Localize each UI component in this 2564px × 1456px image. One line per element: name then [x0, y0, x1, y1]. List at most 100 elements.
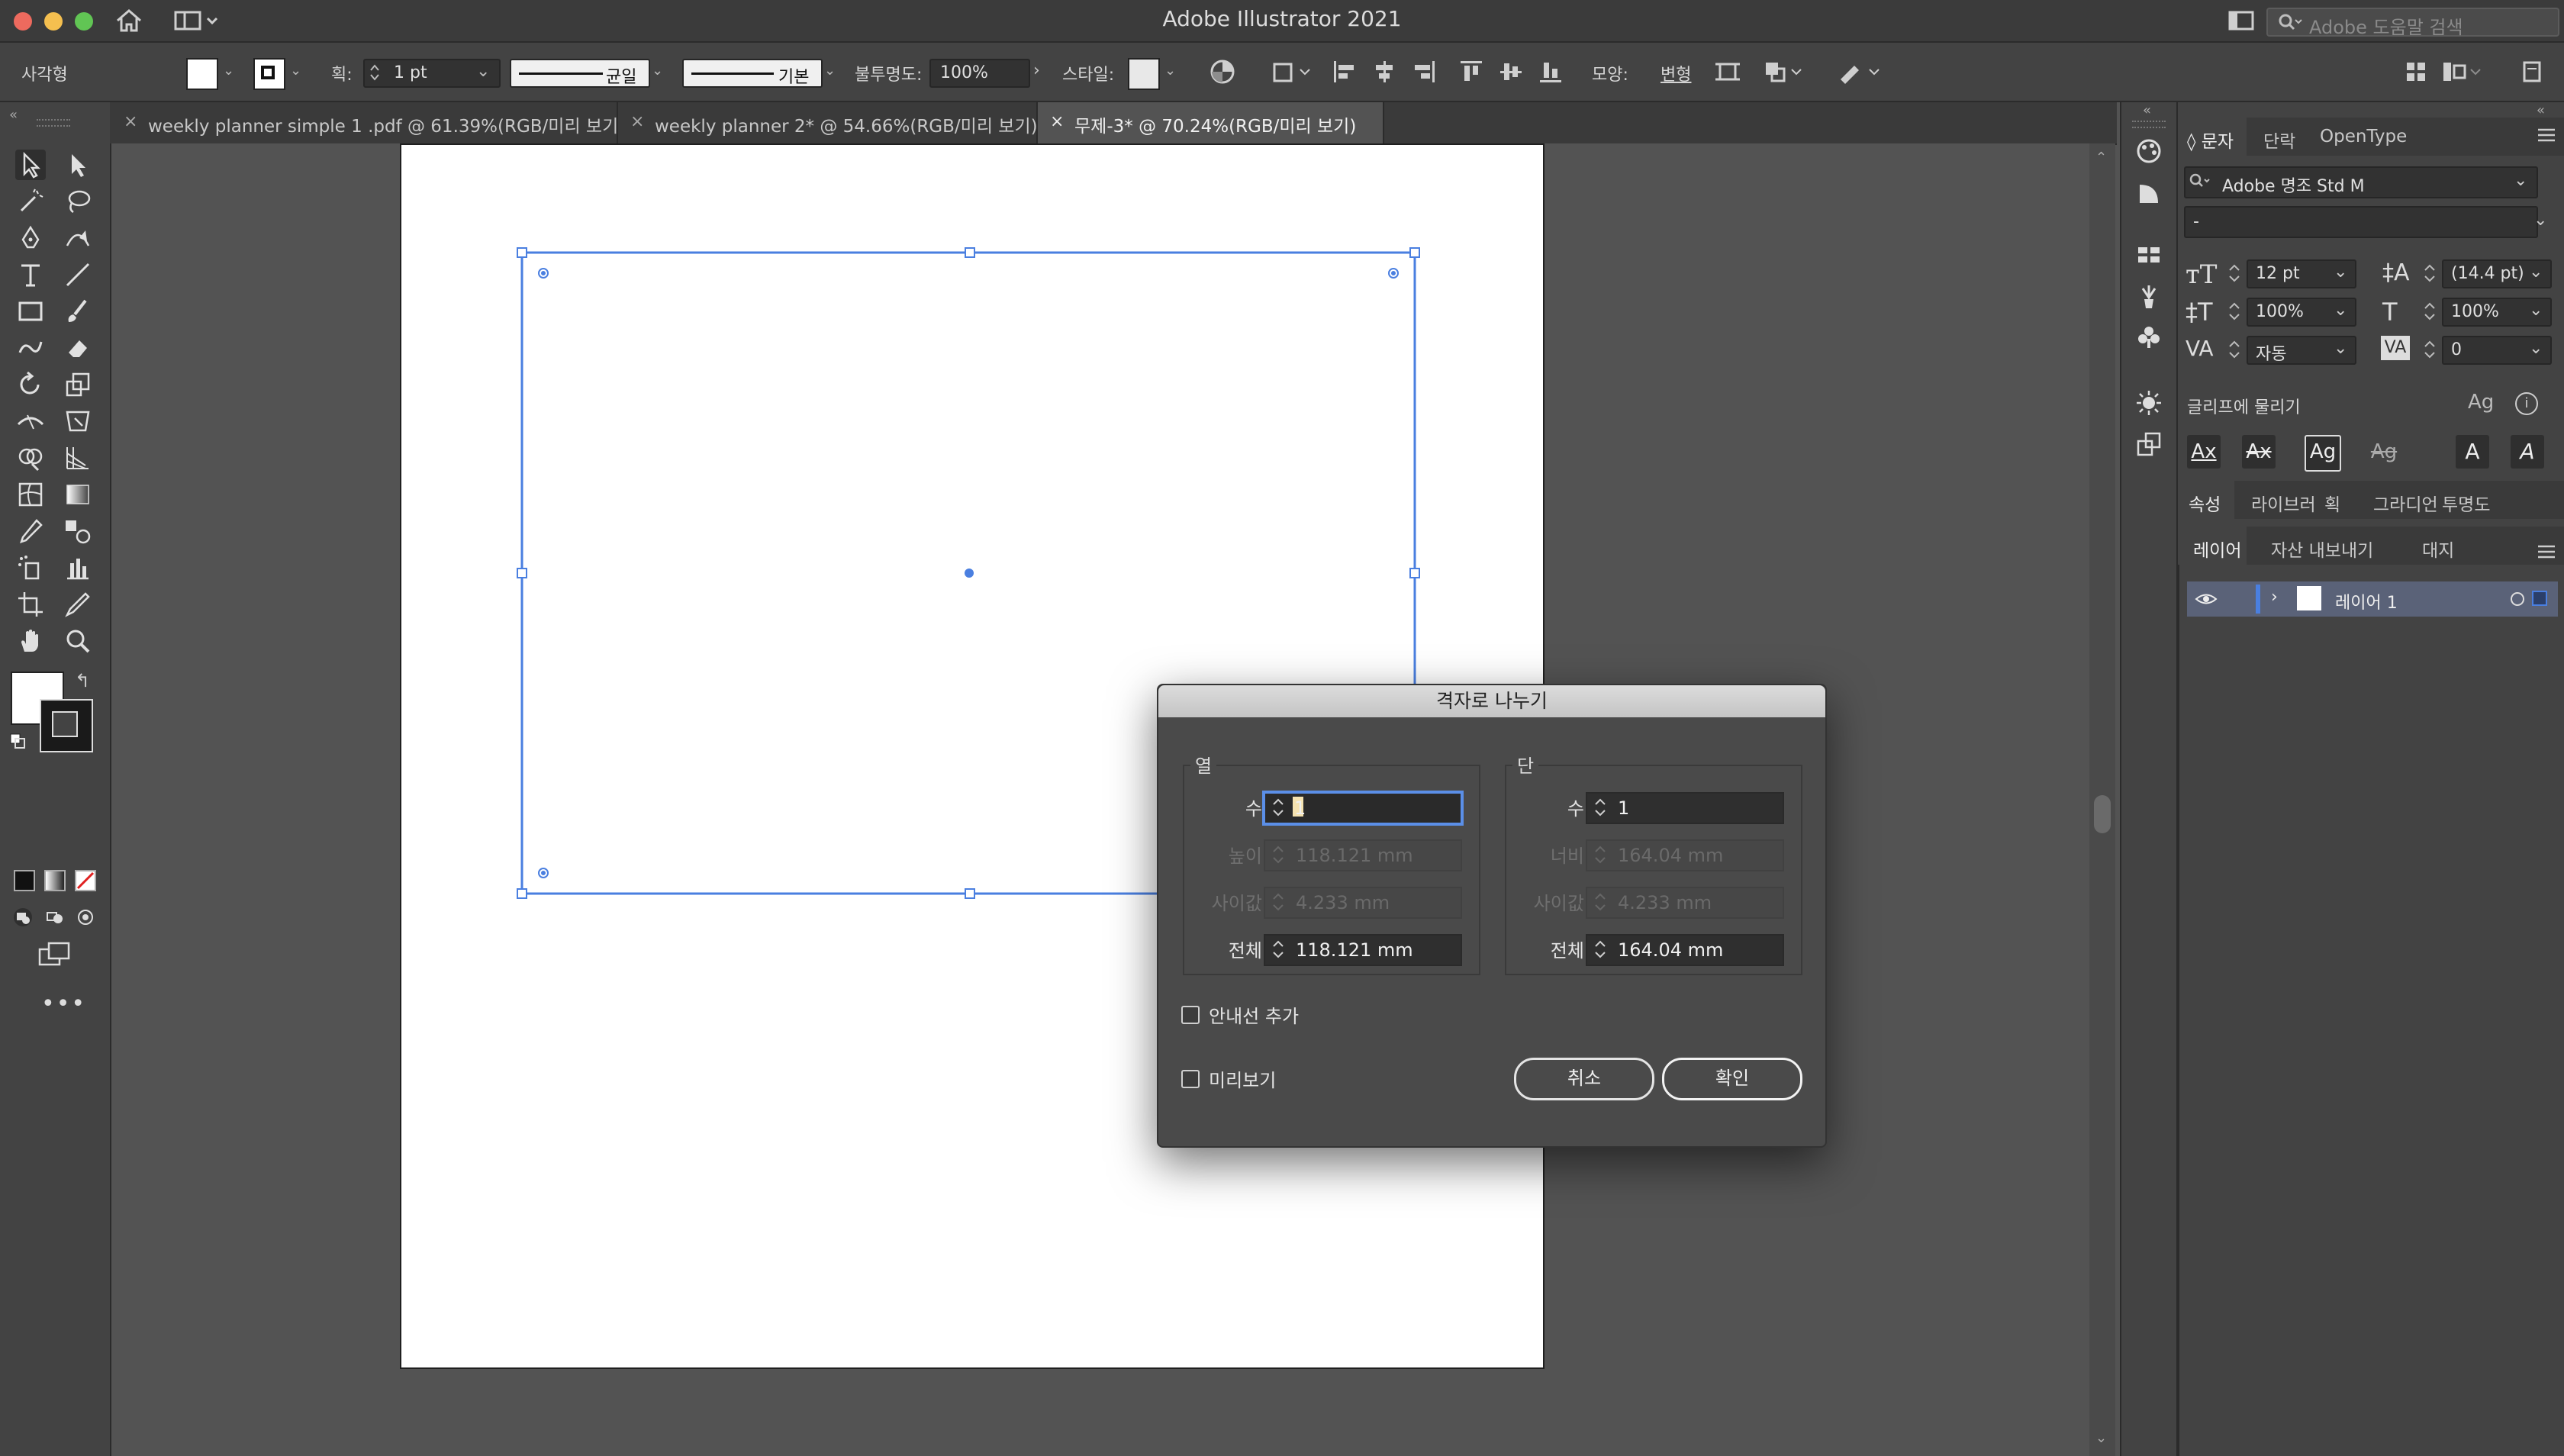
- tracking-value: 0: [2451, 340, 2462, 359]
- tab-layers[interactable]: 레이어: [2178, 527, 2247, 565]
- panel-menu-icon[interactable]: [2537, 542, 2556, 562]
- leading-stepper[interactable]: [2422, 259, 2437, 287]
- scroll-down-icon[interactable]: ⌄: [2095, 1430, 2107, 1446]
- kerning-input[interactable]: 자동 ⌄: [2247, 336, 2356, 365]
- tab-character[interactable]: ◊ 문자: [2178, 118, 2247, 156]
- columns-gutter-value: 4.233 mm: [1618, 892, 1712, 913]
- tab-libraries[interactable]: 라이브러: [2251, 490, 2316, 516]
- horizontal-scale-value: 100%: [2451, 302, 2499, 321]
- snap-glyph-bounds-icon[interactable]: Ag: [2305, 435, 2341, 472]
- ok-button[interactable]: 확인: [1662, 1058, 1802, 1100]
- scroll-up-icon[interactable]: ⌃: [2095, 150, 2107, 166]
- tab-paragraph[interactable]: 단락: [2263, 127, 2295, 153]
- panel-grip[interactable]: [2132, 121, 2166, 128]
- tracking-input[interactable]: 0 ⌄: [2442, 336, 2552, 365]
- rows-group-title: 열: [1190, 751, 1217, 778]
- selection-indicator-icon[interactable]: [2532, 591, 2547, 606]
- tab-opentype[interactable]: OpenType: [2320, 127, 2407, 147]
- scrollbar-thumb[interactable]: [2094, 795, 2111, 833]
- horizontal-scale-icon: T: [2382, 298, 2398, 327]
- target-icon[interactable]: [2511, 592, 2524, 606]
- snap-anchor-icon[interactable]: A: [2511, 435, 2544, 469]
- stepper-icon: [1595, 798, 1606, 817]
- horizontal-scale-input[interactable]: 100% ⌄: [2442, 298, 2552, 327]
- font-family-select[interactable]: Adobe 명조 Std M: [2184, 166, 2538, 198]
- snap-baseline-icon[interactable]: Ax: [2187, 435, 2221, 469]
- cancel-button[interactable]: 취소: [1514, 1058, 1654, 1100]
- visibility-eye-icon[interactable]: [2195, 591, 2218, 607]
- columns-gutter-input[interactable]: 4.233 mm: [1586, 887, 1784, 919]
- rows-number-input[interactable]: 1: [1264, 792, 1462, 824]
- snap-x-height-icon[interactable]: Ax: [2242, 435, 2276, 469]
- rows-number-label: 수:: [1245, 798, 1268, 820]
- transform-panel-icon[interactable]: [2135, 430, 2163, 458]
- swatches-icon[interactable]: [2135, 241, 2163, 269]
- add-guides-label: 안내선 추가: [1209, 1006, 1300, 1027]
- color-guide-icon[interactable]: [2135, 180, 2163, 208]
- rows-gutter-value: 4.233 mm: [1296, 892, 1390, 913]
- symbols-icon[interactable]: [2135, 324, 2163, 351]
- preview-label: 미리보기: [1209, 1070, 1277, 1091]
- layer-thumbnail: [2297, 586, 2321, 610]
- preview-checkbox[interactable]: [1181, 1070, 1200, 1088]
- chevron-down-icon[interactable]: ⌄: [2514, 171, 2527, 190]
- font-size-value: 12 pt: [2256, 264, 2300, 283]
- snap-glyph-options-icon[interactable]: Ag: [2468, 391, 2494, 414]
- snap-proximity-icon[interactable]: Ag: [2367, 435, 2401, 469]
- tab-artboards[interactable]: 대지: [2422, 536, 2454, 562]
- panel-menu-icon[interactable]: [2537, 125, 2556, 145]
- collapse-icon[interactable]: «: [2537, 102, 2545, 118]
- layer-name: 레이어 1: [2335, 594, 2398, 613]
- search-icon: [2189, 173, 2210, 187]
- leading-icon: ‡A: [2382, 259, 2410, 286]
- color-palette-icon[interactable]: [2135, 137, 2163, 165]
- tab-transparency[interactable]: 투명도: [2442, 490, 2490, 516]
- kerning-stepper[interactable]: [2227, 336, 2242, 363]
- leading-value: (14.4 pt): [2451, 264, 2524, 283]
- dialog-title: 격자로 나누기: [1158, 685, 1825, 717]
- info-icon[interactable]: i: [2515, 392, 2538, 415]
- stepper-icon: [1273, 893, 1284, 911]
- columns-number-input[interactable]: 1: [1586, 792, 1784, 824]
- layer-color-bar: [2256, 585, 2260, 614]
- horizontal-scale-stepper[interactable]: [2422, 298, 2437, 325]
- rows-height-input[interactable]: 118.121 mm: [1264, 839, 1462, 871]
- rows-gutter-input[interactable]: 4.233 mm: [1264, 887, 1462, 919]
- collapse-icon[interactable]: «: [2143, 102, 2151, 118]
- divider: [2178, 565, 2179, 1456]
- vertical-scale-icon: ‡T: [2186, 298, 2213, 327]
- appearance-icon[interactable]: [2135, 389, 2163, 417]
- font-size-input[interactable]: 12 pt ⌄: [2247, 259, 2356, 288]
- tracking-stepper[interactable]: [2422, 336, 2437, 363]
- columns-group-title: 단: [1512, 751, 1539, 778]
- rows-total-input[interactable]: 118.121 mm: [1264, 934, 1462, 966]
- snap-angular-icon[interactable]: A: [2456, 435, 2489, 469]
- right-panel-dock: « ◊ 문자 단락 OpenType Adobe 명조 Std M ⌄ - ⌄ …: [2178, 102, 2564, 1456]
- stepper-icon: [1273, 798, 1284, 817]
- brushes-icon[interactable]: [2135, 282, 2163, 310]
- expand-layer-icon[interactable]: ›: [2271, 588, 2278, 607]
- add-guides-checkbox[interactable]: [1181, 1006, 1200, 1024]
- font-family-value: Adobe 명조 Std M: [2222, 177, 2365, 196]
- tab-asset-export[interactable]: 자산 내보내기: [2271, 536, 2373, 562]
- columns-total-label: 전체:: [1550, 940, 1590, 962]
- panel-icon-strip: «: [2120, 102, 2178, 1456]
- vertical-scale-stepper[interactable]: [2227, 298, 2242, 325]
- font-size-icon: ᴛT: [2186, 259, 2218, 290]
- tracking-icon: VA: [2381, 336, 2410, 360]
- tab-properties[interactable]: 속성: [2178, 481, 2234, 519]
- layer-row[interactable]: › 레이어 1: [2187, 581, 2558, 617]
- font-size-stepper[interactable]: [2227, 259, 2242, 287]
- tab-gradient[interactable]: 그라디언: [2373, 490, 2438, 516]
- columns-width-input[interactable]: 164.04 mm: [1586, 839, 1784, 871]
- stepper-icon: [1595, 893, 1606, 911]
- tab-stroke[interactable]: 획: [2324, 490, 2340, 516]
- vertical-scale-input[interactable]: 100% ⌄: [2247, 298, 2356, 327]
- columns-number-label: 수:: [1567, 798, 1590, 820]
- vertical-scrollbar[interactable]: ⌃ ⌄: [2089, 143, 2115, 1456]
- font-style-select[interactable]: -: [2184, 206, 2538, 238]
- stepper-icon: [1273, 940, 1284, 958]
- columns-total-input[interactable]: 164.04 mm: [1586, 934, 1784, 966]
- chevron-down-icon[interactable]: ⌄: [2533, 211, 2547, 230]
- leading-input[interactable]: (14.4 pt) ⌄: [2442, 259, 2552, 288]
